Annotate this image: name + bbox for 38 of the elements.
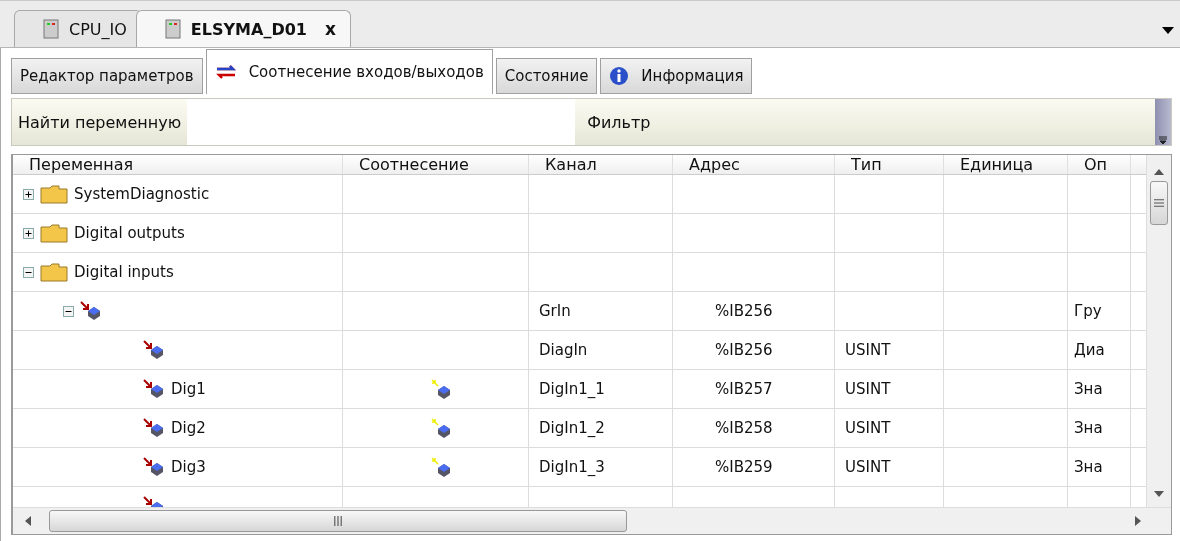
data-type: USINT <box>845 458 891 476</box>
description: Зна <box>1074 419 1103 437</box>
description: Зна <box>1074 458 1103 476</box>
variable-name: Digital outputs <box>74 224 185 242</box>
editor-tab[interactable]: Информация <box>600 58 753 94</box>
channel-name: DigIn1_1 <box>539 380 605 398</box>
data-type: USINT <box>845 341 891 359</box>
address: %IB259 <box>715 458 773 476</box>
variable-name: Digital inputs <box>74 263 174 281</box>
address: %IB256 <box>715 341 773 359</box>
address: %IB258 <box>715 419 773 437</box>
editor-tab[interactable]: Соотнесение входов/выходов <box>205 49 493 94</box>
column-header[interactable]: Оп <box>1068 155 1131 174</box>
column-header[interactable]: Единица <box>944 155 1068 174</box>
variable-name: Dig2 <box>171 419 206 437</box>
data-type: USINT <box>845 380 891 398</box>
description: Диа <box>1074 341 1105 359</box>
column-header[interactable]: Адрес <box>673 155 835 174</box>
variable-name: Dig3 <box>171 458 206 476</box>
variable-name: Dig1 <box>171 380 206 398</box>
data-type: USINT <box>845 419 891 437</box>
description: Зна <box>1074 380 1103 398</box>
variable-name: SystemDiagnostic <box>74 185 210 203</box>
description: Гру <box>1074 302 1102 320</box>
editor-tab[interactable]: Состояние <box>495 58 598 94</box>
column-header[interactable]: Переменная <box>13 155 343 174</box>
editor-tab[interactable]: Редактор параметров <box>11 58 203 94</box>
channel-name: DigIn1_3 <box>539 458 605 476</box>
close-button[interactable]: x <box>324 19 336 39</box>
address: %IB257 <box>715 380 773 398</box>
column-header[interactable]: Канал <box>529 155 673 174</box>
channel-name: DiagIn <box>539 341 588 359</box>
channel-name: DigIn1_2 <box>539 419 605 437</box>
document-tab[interactable]: ELSYMA_D01 x <box>135 10 351 47</box>
channel-name: GrIn <box>539 302 571 320</box>
column-header[interactable]: Тип <box>835 155 944 174</box>
address: %IB256 <box>715 302 773 320</box>
column-header[interactable]: Соотнесение <box>343 155 529 174</box>
